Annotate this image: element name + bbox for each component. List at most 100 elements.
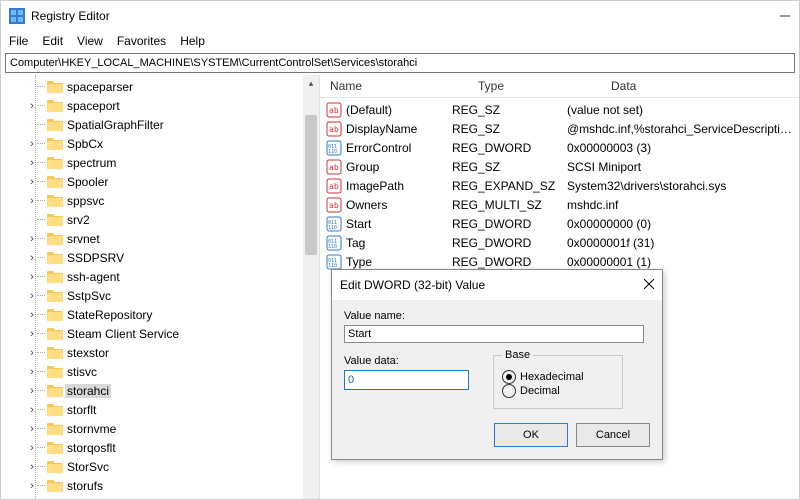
menu-favorites[interactable]: Favorites xyxy=(117,34,166,48)
value-type: REG_DWORD xyxy=(452,255,567,269)
value-data-field[interactable] xyxy=(344,370,469,390)
tree-item[interactable]: ›StateRepository xyxy=(27,305,319,324)
tree-scrollbar[interactable]: ▴ xyxy=(303,75,319,500)
folder-icon xyxy=(47,194,63,207)
dialog-title: Edit DWORD (32-bit) Value xyxy=(340,278,485,292)
expand-icon[interactable]: › xyxy=(27,158,37,168)
value-data: SCSI Miniport xyxy=(567,160,799,174)
tree-item[interactable]: ›srvnet xyxy=(27,229,319,248)
value-row[interactable]: abOwnersREG_MULTI_SZmshdc.inf xyxy=(320,195,799,214)
folder-icon xyxy=(47,213,63,226)
menu-view[interactable]: View xyxy=(77,34,103,48)
scroll-thumb[interactable] xyxy=(305,115,317,255)
tree-item[interactable]: srv2 xyxy=(27,210,319,229)
value-row[interactable]: abGroupREG_SZSCSI Miniport xyxy=(320,157,799,176)
expand-icon[interactable]: › xyxy=(27,329,37,339)
folder-icon xyxy=(47,403,63,416)
value-row[interactable]: ab(Default)REG_SZ(value not set) xyxy=(320,100,799,119)
value-name: Type xyxy=(346,255,452,269)
string-value-icon: ab xyxy=(326,197,342,213)
expand-icon[interactable]: › xyxy=(27,424,37,434)
tree-item[interactable]: spaceparser xyxy=(27,77,319,96)
value-row[interactable]: 011110TagREG_DWORD0x0000001f (31) xyxy=(320,233,799,252)
expand-icon[interactable]: › xyxy=(27,443,37,453)
expand-icon[interactable]: › xyxy=(27,177,37,187)
tree-item[interactable]: ›storqosflt xyxy=(27,438,319,457)
tree-item[interactable]: SpatialGraphFilter xyxy=(27,115,319,134)
tree-item[interactable]: ›spaceport xyxy=(27,96,319,115)
tree-item[interactable]: ›storvsc xyxy=(27,495,319,500)
tree-item[interactable]: › spectrum xyxy=(27,153,319,172)
expand-icon[interactable]: › xyxy=(27,139,37,149)
value-type: REG_DWORD xyxy=(452,217,567,231)
folder-icon xyxy=(47,346,63,359)
tree-item-label: SpatialGraphFilter xyxy=(65,118,166,132)
expand-icon[interactable]: › xyxy=(27,310,37,320)
menu-help[interactable]: Help xyxy=(180,34,205,48)
tree-item-label: spectrum xyxy=(65,156,118,170)
tree-item[interactable]: ›StorSvc xyxy=(27,457,319,476)
expand-icon[interactable]: › xyxy=(27,348,37,358)
expand-icon[interactable]: › xyxy=(27,196,37,206)
tree-item[interactable]: ›storufs xyxy=(27,476,319,495)
menu-edit[interactable]: Edit xyxy=(42,34,63,48)
edit-dword-dialog: Edit DWORD (32-bit) Value Value name: Va… xyxy=(331,269,663,460)
svg-text:ab: ab xyxy=(329,125,339,134)
ok-button[interactable]: OK xyxy=(494,423,568,447)
folder-icon xyxy=(47,422,63,435)
dialog-close-button[interactable] xyxy=(644,278,654,292)
expand-icon[interactable]: › xyxy=(27,234,37,244)
tree-item-label: SpbCx xyxy=(65,137,105,151)
tree-item-label: srv2 xyxy=(65,213,92,227)
address-bar[interactable]: Computer\HKEY_LOCAL_MACHINE\SYSTEM\Curre… xyxy=(5,53,795,73)
column-header-name[interactable]: Name xyxy=(320,79,468,93)
svg-text:110: 110 xyxy=(328,263,337,269)
tree-item[interactable]: ›stornvme xyxy=(27,419,319,438)
tree-item[interactable]: ›ssh-agent xyxy=(27,267,319,286)
tree-item-label: spaceparser xyxy=(65,80,135,94)
tree-item-label: stexstor xyxy=(65,346,111,360)
tree-item[interactable]: › sppsvc xyxy=(27,191,319,210)
binary-value-icon: 011110 xyxy=(326,254,342,270)
expand-icon[interactable]: › xyxy=(27,386,37,396)
expand-icon[interactable]: › xyxy=(27,272,37,282)
tree-item[interactable]: ›storahci xyxy=(27,381,319,400)
tree-item[interactable]: › stisvc xyxy=(27,362,319,381)
scroll-up-icon[interactable]: ▴ xyxy=(303,75,319,91)
value-name: DisplayName xyxy=(346,122,452,136)
value-type: REG_MULTI_SZ xyxy=(452,198,567,212)
column-header-data[interactable]: Data xyxy=(601,79,799,93)
value-row[interactable]: 011110ErrorControlREG_DWORD0x00000003 (3… xyxy=(320,138,799,157)
expand-icon[interactable]: › xyxy=(27,291,37,301)
value-row[interactable]: abImagePathREG_EXPAND_SZSystem32\drivers… xyxy=(320,176,799,195)
value-row[interactable]: 011110StartREG_DWORD0x00000000 (0) xyxy=(320,214,799,233)
expand-icon[interactable]: › xyxy=(27,101,37,111)
tree-item[interactable]: › SpbCx xyxy=(27,134,319,153)
value-row[interactable]: abDisplayNameREG_SZ@mshdc.inf,%storahci_… xyxy=(320,119,799,138)
tree-item[interactable]: ›storflt xyxy=(27,400,319,419)
tree-item[interactable]: ›Spooler xyxy=(27,172,319,191)
expand-icon[interactable]: › xyxy=(27,405,37,415)
expand-icon[interactable]: › xyxy=(27,481,37,491)
value-data: 0x00000000 (0) xyxy=(567,217,799,231)
tree-item[interactable]: ›Steam Client Service xyxy=(27,324,319,343)
tree-item-label: stisvc xyxy=(65,365,99,379)
value-type: REG_DWORD xyxy=(452,141,567,155)
menu-file[interactable]: File xyxy=(9,34,28,48)
tree-item[interactable]: ›SSDPSRV xyxy=(27,248,319,267)
expand-icon[interactable]: › xyxy=(27,253,37,263)
folder-icon xyxy=(47,308,63,321)
radio-decimal[interactable]: Decimal xyxy=(502,382,614,400)
tree-item-label: sppsvc xyxy=(65,194,106,208)
value-type: REG_SZ xyxy=(452,160,567,174)
radio-dec-icon xyxy=(502,384,516,398)
column-header-type[interactable]: Type xyxy=(468,79,601,93)
tree-item[interactable]: ›SstpSvc xyxy=(27,286,319,305)
minimize-button[interactable] xyxy=(779,10,791,22)
expand-icon[interactable]: › xyxy=(27,367,37,377)
folder-icon xyxy=(47,327,63,340)
cancel-button[interactable]: Cancel xyxy=(576,423,650,447)
tree-item[interactable]: › stexstor xyxy=(27,343,319,362)
value-type: REG_SZ xyxy=(452,122,567,136)
expand-icon[interactable]: › xyxy=(27,462,37,472)
